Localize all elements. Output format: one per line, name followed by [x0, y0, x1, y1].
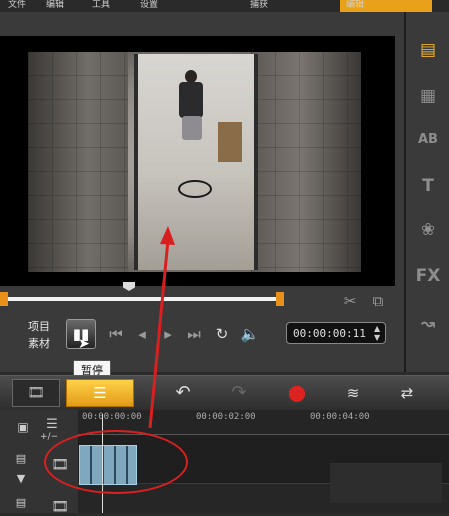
annotation-arrow	[148, 226, 175, 429]
